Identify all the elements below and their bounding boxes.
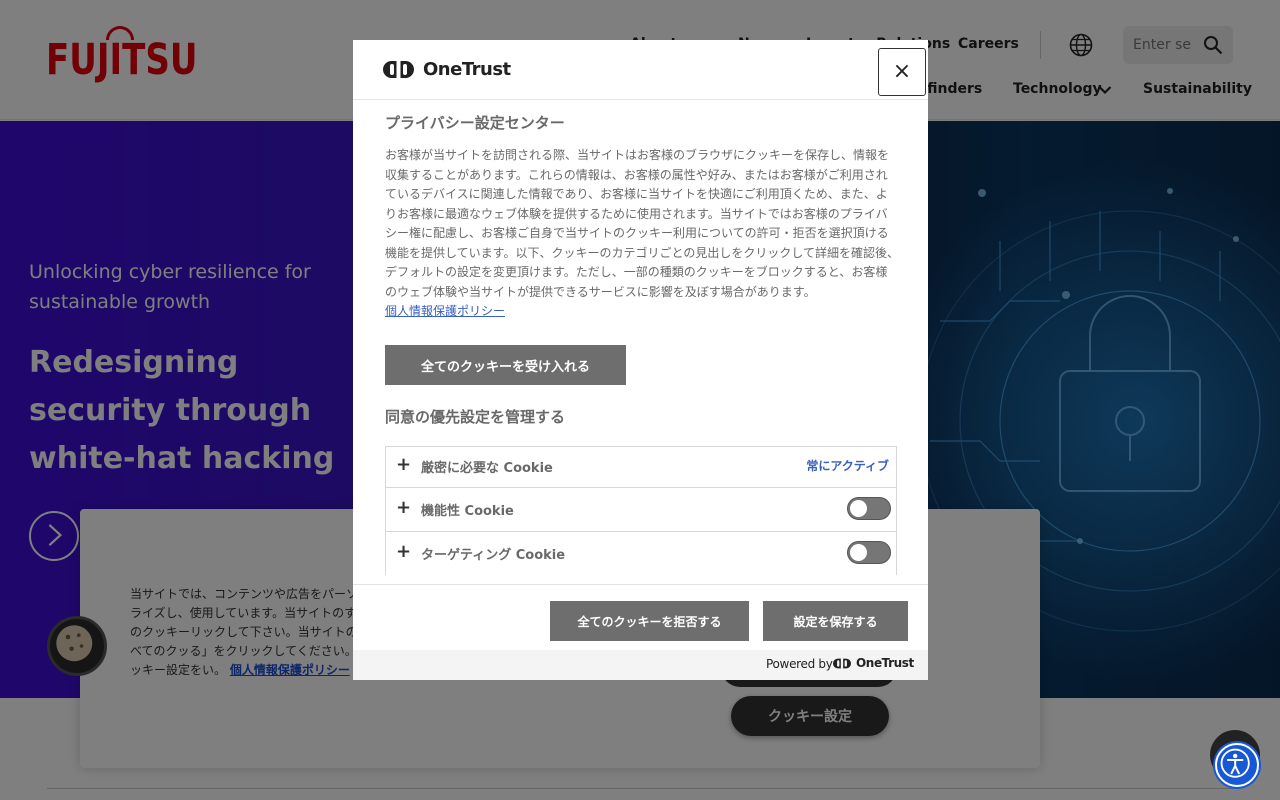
powered-by-onetrust[interactable]: Powered by OneTrust bbox=[353, 650, 928, 680]
preference-center-description: お客様が当サイトを訪問される際、当サイトはお客様のブラウザにクッキーを保存し、情… bbox=[385, 148, 899, 299]
reject-all-button[interactable]: 全てのクッキーを拒否する bbox=[550, 601, 749, 641]
close-button[interactable]: × bbox=[878, 48, 926, 96]
plus-icon: + bbox=[396, 454, 412, 475]
privacy-policy-link[interactable]: 個人情報保護ポリシー bbox=[385, 302, 505, 319]
toggle-knob bbox=[850, 500, 867, 517]
onetrust-mark-icon bbox=[833, 658, 851, 669]
toggle-knob bbox=[850, 544, 867, 561]
accept-all-button[interactable]: 全てのクッキーを受け入れる bbox=[385, 345, 626, 385]
modal-header: OneTrust × bbox=[353, 40, 928, 100]
functional-cookie-toggle[interactable] bbox=[847, 497, 891, 520]
plus-icon: + bbox=[396, 497, 412, 518]
modal-body[interactable]: プライバシー設定センター お客様が当サイトを訪問される際、当サイトはお客様のブラ… bbox=[353, 100, 928, 584]
category-strictly-necessary[interactable]: + 厳密に必要な Cookie 常にアクティブ bbox=[385, 446, 897, 487]
preference-center-title: プライバシー設定センター bbox=[385, 114, 565, 132]
accessibility-icon bbox=[1220, 748, 1250, 778]
targeting-cookie-toggle[interactable] bbox=[847, 541, 891, 564]
category-functional[interactable]: + 機能性 Cookie bbox=[385, 487, 897, 531]
save-settings-button[interactable]: 設定を保存する bbox=[763, 601, 908, 641]
close-icon: × bbox=[892, 59, 912, 84]
modal-footer: 全てのクッキーを拒否する 設定を保存する bbox=[353, 584, 928, 650]
onetrust-mark-icon bbox=[383, 61, 414, 78]
always-active-label: 常にアクティブ bbox=[806, 459, 889, 473]
manage-consent-title: 同意の優先設定を管理する bbox=[385, 408, 566, 426]
plus-icon: + bbox=[396, 541, 412, 562]
category-targeting[interactable]: + ターゲティング Cookie bbox=[385, 531, 897, 575]
cookie-category-list: + 厳密に必要な Cookie 常にアクティブ + 機能性 Cookie + タ… bbox=[385, 446, 897, 575]
accessibility-button[interactable] bbox=[1215, 743, 1259, 787]
privacy-preference-center: OneTrust × プライバシー設定センター お客様が当サイトを訪問される際、… bbox=[353, 40, 928, 680]
